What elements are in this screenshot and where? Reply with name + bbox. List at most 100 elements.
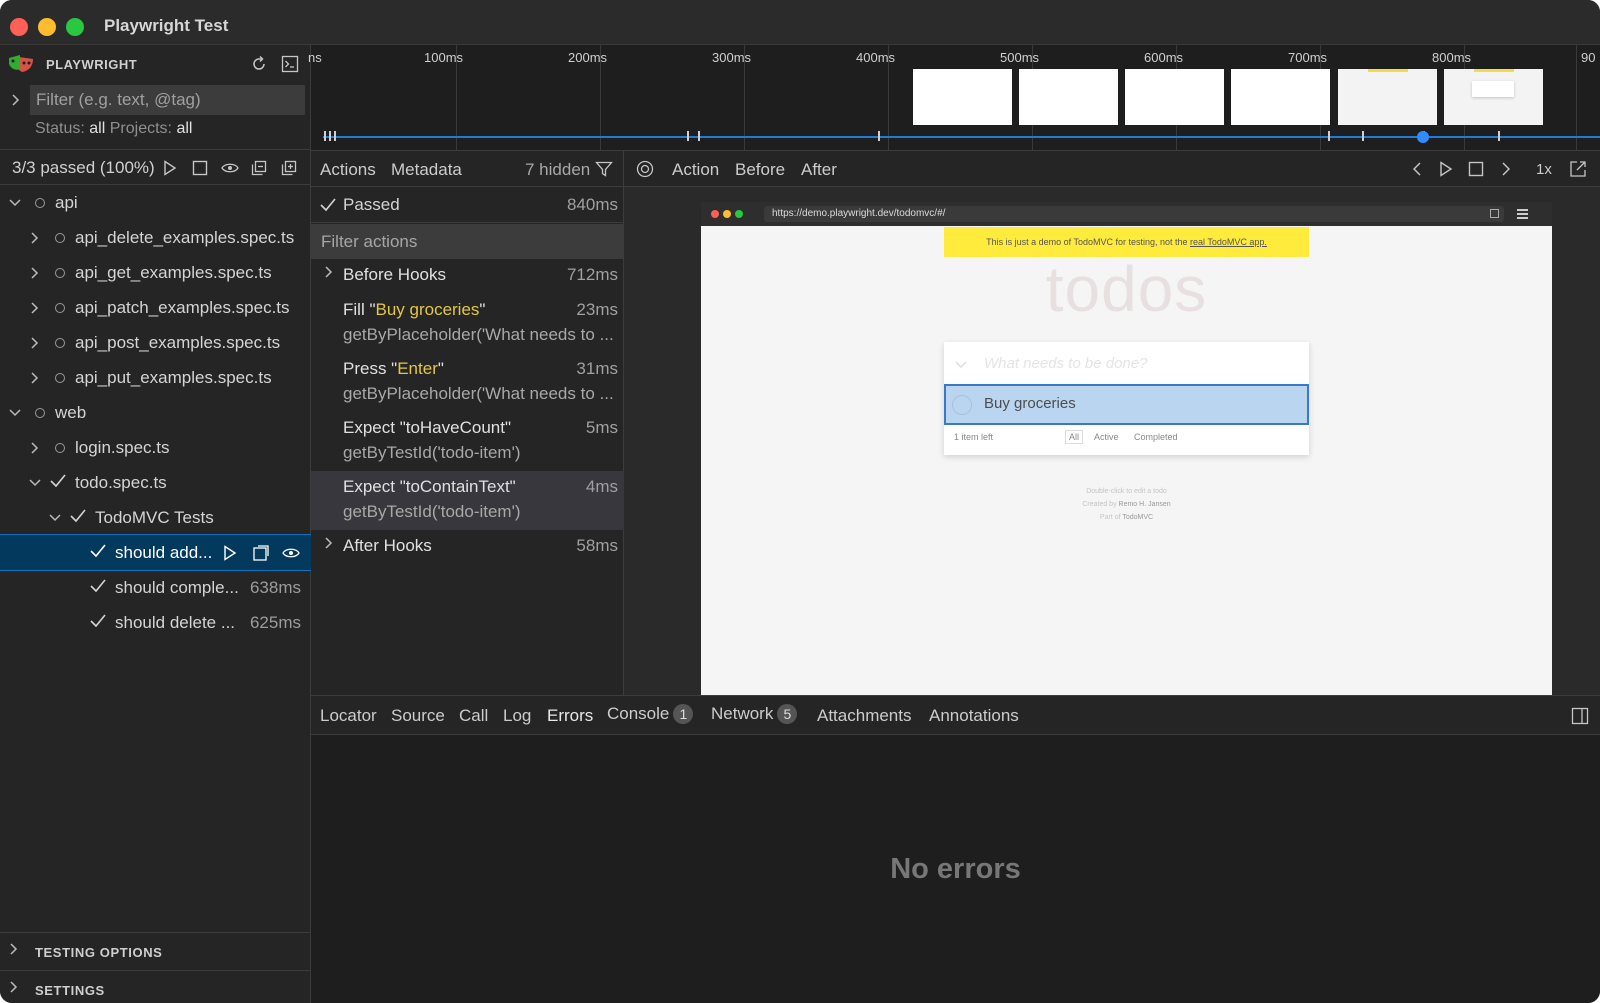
tree-item-api-delete[interactable]: api_delete_examples.spec.ts	[0, 220, 311, 255]
filter-actions-input[interactable]: Filter actions	[311, 224, 624, 259]
tree-item-login[interactable]: login.spec.ts	[0, 430, 311, 465]
chevron-down-icon[interactable]	[27, 475, 43, 491]
chevron-right-icon[interactable]	[27, 440, 43, 456]
toggle-layout-icon[interactable]	[1570, 706, 1590, 726]
refresh-icon[interactable]	[248, 53, 270, 75]
tree-item-api-patch[interactable]: api_patch_examples.spec.ts	[0, 290, 311, 325]
projects-value[interactable]: all	[176, 120, 192, 137]
tab-console[interactable]: Console 1	[607, 704, 694, 724]
tree-item-api-put[interactable]: api_put_examples.spec.ts	[0, 360, 311, 395]
action-press[interactable]: Press "Enter" 31ms getByPlaceholder('Wha…	[311, 353, 624, 412]
playwright-header: PLAYWRIGHT	[0, 45, 311, 83]
chevron-down-icon[interactable]	[7, 405, 23, 421]
tree-item-test-complete[interactable]: should comple... 638ms	[0, 570, 311, 605]
tab-call[interactable]: Call	[459, 706, 488, 726]
tree-item-api[interactable]: api	[0, 185, 311, 220]
tree-item-label: should delete ...	[115, 612, 236, 632]
minimize-window-button[interactable]	[38, 18, 56, 36]
action-expect-count[interactable]: Expect "toHaveCount" 5ms getByTestId('to…	[311, 412, 624, 471]
tree-item-web[interactable]: web	[0, 395, 311, 430]
snapshot-toolbar: Action Before After 1x	[624, 151, 1600, 187]
chevron-left-icon[interactable]	[1407, 159, 1427, 179]
maximize-window-button[interactable]	[66, 18, 84, 36]
tab-before[interactable]: Before	[735, 160, 785, 180]
tab-locator[interactable]: Locator	[320, 706, 377, 726]
check-icon	[70, 508, 86, 528]
timeline-track[interactable]	[323, 136, 1600, 138]
tree-item-test-delete[interactable]: should delete ... 625ms	[0, 605, 311, 640]
stop-icon[interactable]	[190, 158, 210, 178]
browser-url: https://demo.playwright.dev/todomvc/#/	[764, 206, 1504, 222]
testing-options-section[interactable]: TESTING OPTIONS	[0, 932, 311, 970]
tree-item-api-post[interactable]: api_post_examples.spec.ts	[0, 325, 311, 360]
status-circle-icon	[55, 337, 65, 348]
tree-item-api-get[interactable]: api_get_examples.spec.ts	[0, 255, 311, 290]
settings-section[interactable]: SETTINGS	[0, 970, 311, 1003]
tree-item-label: todo.spec.ts	[75, 472, 167, 492]
go-to-source-icon[interactable]	[251, 543, 271, 563]
screenshot-thumbnail[interactable]	[1444, 69, 1543, 125]
todo-item-text: Buy groceries	[984, 395, 1076, 412]
chevron-right-icon[interactable]	[27, 230, 43, 246]
open-external-icon[interactable]	[1568, 159, 1588, 179]
test-result-row: Passed 840ms	[311, 187, 624, 223]
screenshot-thumbnail[interactable]	[1231, 69, 1330, 125]
play-icon[interactable]	[1436, 159, 1456, 179]
tab-source[interactable]: Source	[391, 706, 445, 726]
run-all-icon[interactable]	[160, 158, 180, 178]
tree-item-suite[interactable]: TodoMVC Tests	[0, 500, 311, 535]
timeline-handle[interactable]	[1417, 131, 1429, 143]
terminal-icon[interactable]	[279, 53, 301, 75]
watch-eye-icon[interactable]	[220, 158, 240, 178]
tab-actions[interactable]: Actions	[320, 160, 376, 180]
status-value[interactable]: all	[89, 120, 105, 137]
browser-dot	[723, 210, 731, 218]
tab-log[interactable]: Log	[503, 706, 531, 726]
chevron-right-icon	[10, 981, 18, 996]
test-filter-row	[0, 85, 311, 117]
screenshot-thumbnail[interactable]	[913, 69, 1012, 125]
tab-annotations[interactable]: Annotations	[929, 706, 1019, 726]
screenshot-thumbnail[interactable]	[1125, 69, 1224, 125]
tree-item-test-add[interactable]: should add...	[0, 534, 312, 571]
tab-action[interactable]: Action	[672, 160, 719, 180]
chevron-right-icon[interactable]	[1496, 159, 1516, 179]
filter-icon[interactable]	[594, 159, 614, 179]
chevron-right-icon[interactable]	[27, 370, 43, 386]
stop-icon[interactable]	[1466, 159, 1486, 179]
close-window-button[interactable]	[10, 18, 28, 36]
toggle-all-icon	[955, 356, 967, 374]
speed-selector[interactable]: 1x	[1536, 161, 1552, 178]
screenshot-thumbnail[interactable]	[1338, 69, 1437, 125]
chevron-down-icon[interactable]	[47, 510, 63, 526]
action-fill[interactable]: Fill "Buy groceries" 23ms getByPlacehold…	[311, 294, 624, 353]
action-after-hooks[interactable]: After Hooks 58ms	[311, 530, 624, 565]
run-test-icon[interactable]	[221, 544, 239, 562]
tree-item-todo-spec[interactable]: todo.spec.ts	[0, 465, 311, 500]
expand-all-icon[interactable]	[279, 158, 299, 178]
tab-errors[interactable]: Errors	[547, 706, 593, 726]
screenshot-thumbnail[interactable]	[1019, 69, 1118, 125]
chevron-right-icon[interactable]	[27, 335, 43, 351]
chevron-right-icon	[10, 943, 18, 958]
action-duration: 23ms	[576, 300, 618, 319]
chevron-down-icon[interactable]	[7, 195, 23, 211]
test-filter-input[interactable]	[30, 85, 305, 115]
tree-item-label: should add...	[115, 542, 213, 562]
tab-metadata[interactable]: Metadata	[391, 160, 462, 180]
tab-attachments[interactable]: Attachments	[817, 706, 912, 726]
chevron-right-icon[interactable]	[8, 92, 24, 108]
action-before-hooks[interactable]: Before Hooks 712ms	[311, 259, 624, 294]
playwright-logo-icon	[9, 55, 33, 72]
action-expect-contain[interactable]: Expect "toContainText" 4ms getByTestId('…	[311, 471, 624, 530]
tab-after[interactable]: After	[801, 160, 837, 180]
watch-eye-icon[interactable]	[281, 544, 301, 562]
chevron-right-icon[interactable]	[27, 265, 43, 281]
collapse-all-icon[interactable]	[249, 158, 269, 178]
pick-locator-icon[interactable]	[635, 159, 655, 179]
hidden-count[interactable]: 7 hidden	[525, 160, 590, 180]
chevron-right-icon[interactable]	[27, 300, 43, 316]
tab-network[interactable]: Network 5	[711, 704, 798, 724]
action-title: Press "Enter"	[343, 359, 444, 378]
timeline[interactable]: ns 100ms 200ms 300ms 400ms 500ms 600ms 7…	[308, 45, 1600, 151]
